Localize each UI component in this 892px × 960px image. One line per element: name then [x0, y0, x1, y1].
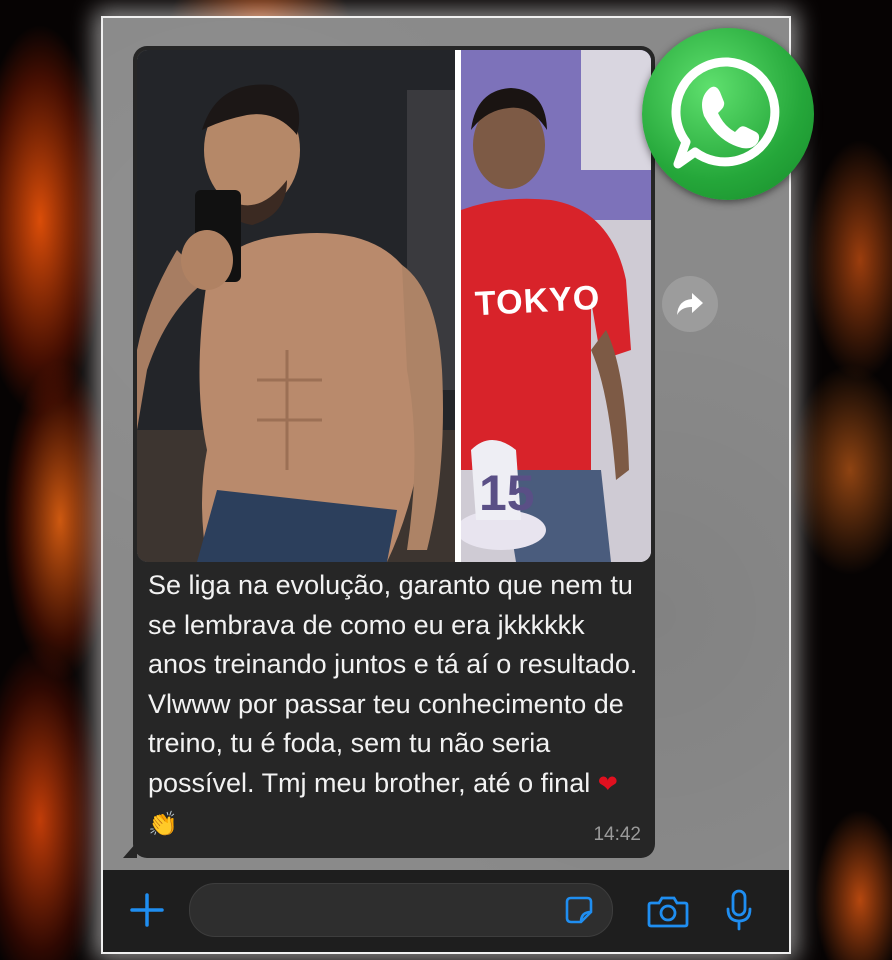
forward-button[interactable]: [662, 276, 718, 332]
camera-icon[interactable]: [647, 894, 689, 928]
bubble-tail: [123, 842, 137, 858]
message-input-bar: [103, 870, 789, 952]
person-after-illustration: [137, 50, 455, 562]
forward-arrow-icon: [677, 293, 703, 315]
cake-candle-number: 15: [479, 465, 535, 521]
microphone-icon[interactable]: [725, 889, 753, 931]
message-text: Se liga na evolução, garanto que nem tu …: [148, 566, 648, 845]
heart-emoji: ❤: [597, 769, 618, 798]
message-timestamp: 14:42: [593, 824, 641, 845]
clapping-hands-emoji: 👏: [148, 810, 178, 838]
photo-after: [137, 50, 455, 562]
plus-icon[interactable]: [129, 892, 165, 928]
sticker-icon[interactable]: [564, 895, 594, 925]
whatsapp-logo-icon: [642, 28, 814, 200]
message-photo[interactable]: 15 TOKYO: [137, 50, 651, 562]
message-input[interactable]: [189, 883, 613, 937]
message-body: Se liga na evolução, garanto que nem tu …: [148, 570, 638, 798]
photo-before: 15 TOKYO: [456, 50, 651, 562]
message-bubble[interactable]: 15 TOKYO Se liga na evolução, garanto qu…: [123, 46, 655, 858]
whatsapp-phone-bubble-icon: [671, 57, 780, 169]
shirt-print-text: TOKYO: [474, 278, 602, 324]
